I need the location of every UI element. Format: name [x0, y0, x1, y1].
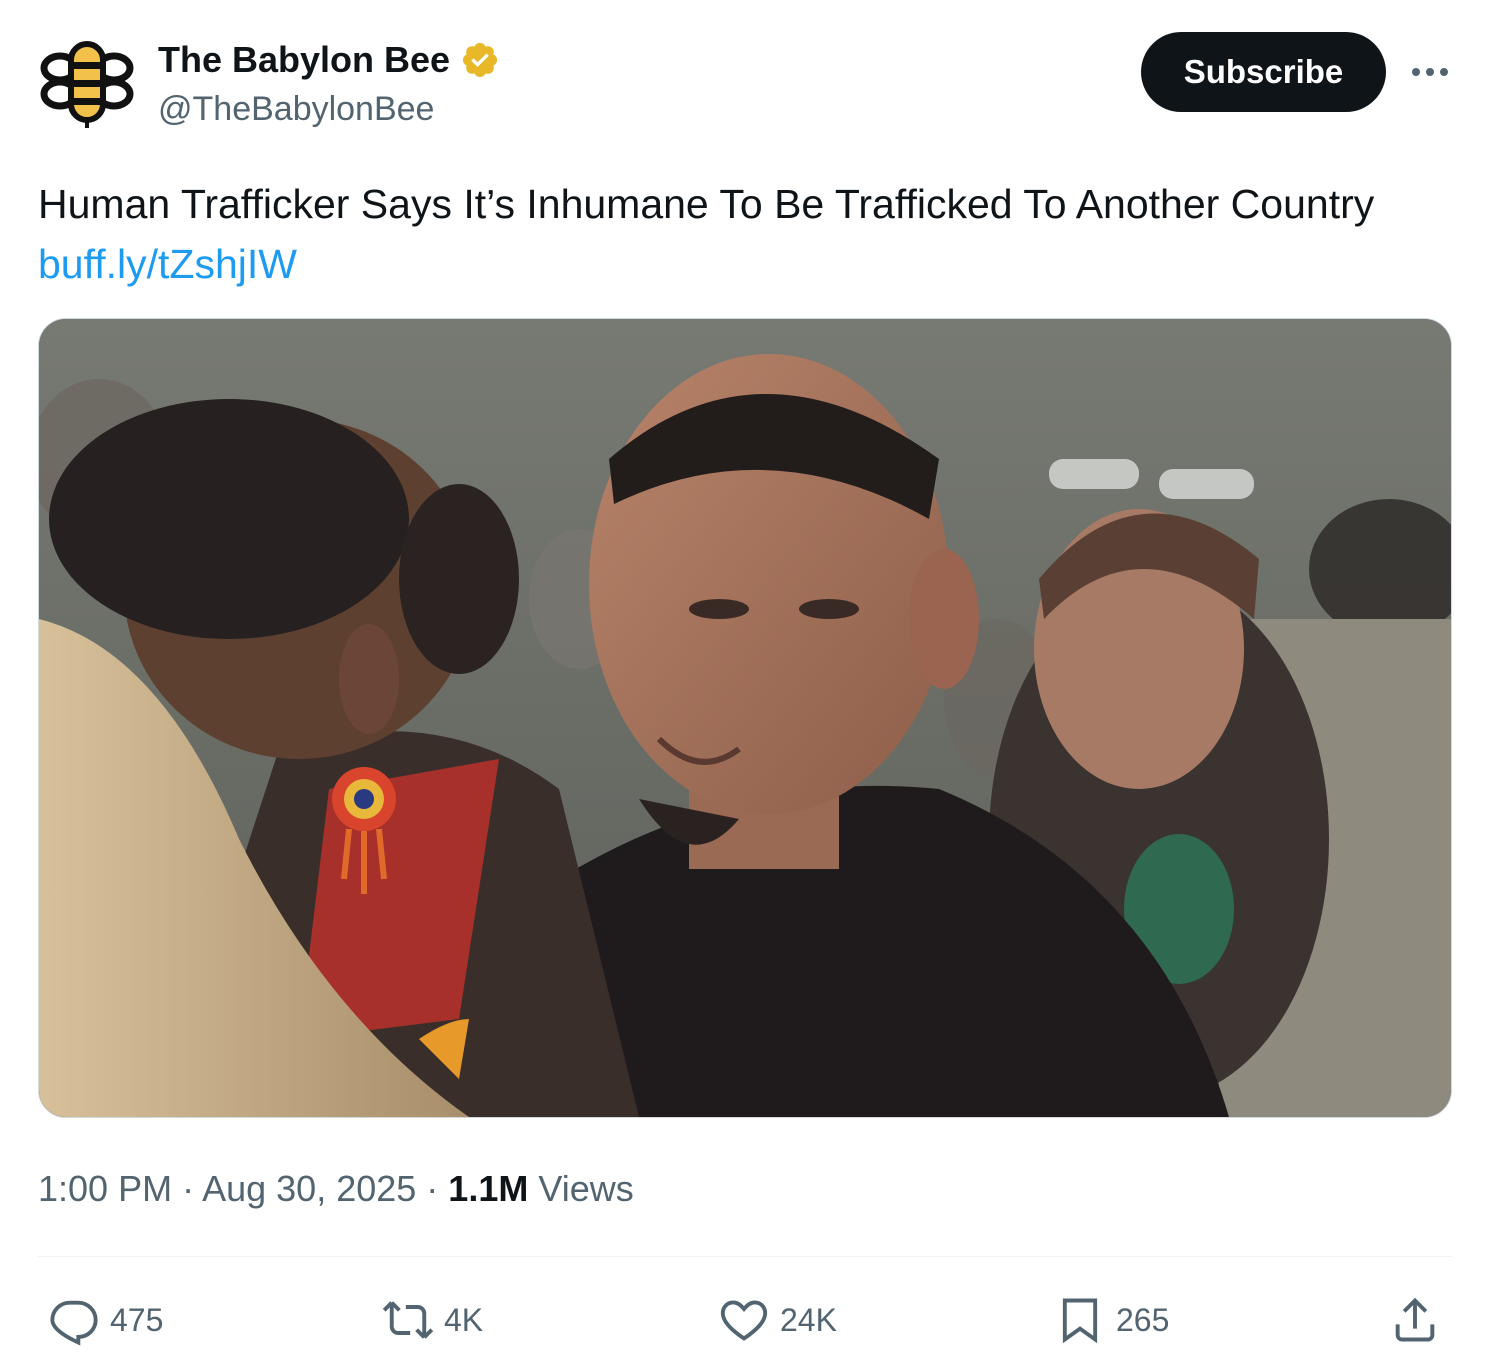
subscribe-button[interactable]: Subscribe	[1141, 32, 1386, 112]
views-count: 1.1M	[448, 1168, 529, 1209]
meta-separator: ·	[416, 1168, 449, 1209]
tweet-time[interactable]: 1:00 PM	[38, 1168, 172, 1209]
verified-badge-icon[interactable]	[460, 40, 500, 80]
like-count: 24K	[780, 1301, 837, 1338]
tweet-link[interactable]: buff.ly/tZshjIW	[38, 234, 1448, 294]
more-options-button[interactable]	[1405, 52, 1455, 92]
bee-logo-icon	[38, 32, 136, 130]
share-icon	[1389, 1294, 1441, 1346]
repost-icon	[382, 1294, 434, 1346]
reply-count: 475	[110, 1301, 164, 1338]
tweet-media-photo[interactable]	[38, 318, 1452, 1118]
photo-image	[39, 319, 1451, 1117]
bookmark-count: 265	[1116, 1301, 1170, 1338]
divider	[38, 1256, 1452, 1257]
tweet-date[interactable]: Aug 30, 2025	[202, 1168, 416, 1209]
heart-icon	[718, 1294, 770, 1346]
share-button[interactable]	[1389, 1290, 1441, 1350]
reply-button[interactable]: 475	[48, 1290, 163, 1350]
author-handle[interactable]: @TheBabylonBee	[158, 88, 434, 130]
author-name-text[interactable]: The Babylon Bee	[158, 38, 450, 82]
more-horizontal-icon	[1412, 68, 1448, 76]
tweet-text: Human Trafficker Says It’s Inhumane To B…	[38, 174, 1448, 294]
repost-count: 4K	[444, 1301, 484, 1338]
avatar[interactable]	[38, 32, 136, 130]
tweet-meta: 1:00 PM · Aug 30, 2025 · 1.1M Views	[38, 1166, 634, 1212]
repost-button[interactable]: 4K	[382, 1290, 483, 1350]
like-button[interactable]: 24K	[718, 1290, 837, 1350]
meta-separator: ·	[172, 1168, 203, 1209]
bookmark-icon	[1054, 1294, 1106, 1346]
bookmark-button[interactable]: 265	[1054, 1290, 1169, 1350]
views-label: Views	[528, 1168, 634, 1209]
tweet-body: Human Trafficker Says It’s Inhumane To B…	[38, 181, 1375, 227]
reply-icon	[48, 1294, 100, 1346]
author-display-name[interactable]: The Babylon Bee	[158, 38, 500, 82]
